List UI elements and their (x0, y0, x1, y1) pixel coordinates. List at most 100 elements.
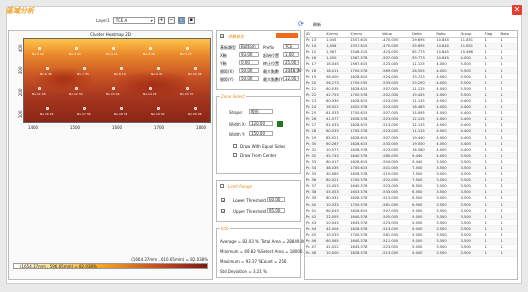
prefix-input[interactable]: TCE (283, 44, 299, 49)
upper-threshold-input[interactable]: 95.00 (267, 208, 285, 213)
colorbar-readout: (1654.37mm , 596.65mm) = 82.038% (20, 264, 97, 269)
colorbar: (1654.37mm , 596.65mm) = 82.038% (13, 263, 208, 269)
x-tick: 1400 (27, 125, 39, 130)
zone-marker[interactable] (194, 107, 197, 110)
zone-color-swatch[interactable] (277, 121, 283, 127)
params-title: 參數設定 (227, 34, 245, 40)
plot-title: Cluster Heatmap 2D (90, 32, 131, 37)
zone-marker[interactable] (38, 87, 41, 90)
table-cell: 3.500 (459, 250, 484, 257)
table-cell: 10.000 (325, 250, 350, 257)
lower-threshold-checkbox[interactable]: ✓ (221, 198, 225, 203)
zone-marker[interactable] (120, 67, 123, 70)
zone-marker-label: No.7 33 (77, 72, 89, 76)
zoom-out-icon[interactable]: − (167, 16, 175, 24)
field-label: 終止位置 (263, 61, 279, 66)
zone-marker[interactable] (75, 47, 78, 50)
zone-marker-label: No.13 44 (106, 92, 120, 96)
heatmap-panel: Cluster Heatmap 2D 400 300 200 100 No.1 … (8, 30, 213, 280)
zone-marker-label: No.6 45 (40, 72, 52, 76)
zone-marker-label: No.3 21 (106, 52, 118, 56)
table-cell: 1 (499, 250, 517, 257)
max-points-input[interactable]: 2048.00 (283, 68, 302, 73)
heatmap-canvas[interactable]: No.1 32 No.2 43 No.3 21 No.4 38 No.5 27 No.6 … (23, 38, 211, 123)
data-grid[interactable]: ID X(mm) Y(mm) Value Delta Ratio Group Flag Note… (304, 30, 518, 280)
refresh-button[interactable]: 刷新 (313, 22, 321, 28)
info-total-area: Total Area = 28849.00 (261, 239, 306, 244)
layer-select[interactable]: TCE A ▾ (112, 16, 155, 24)
zone-marker-label: No.16 22 (40, 112, 54, 116)
save-icon[interactable]: ▪ (187, 16, 195, 24)
field-label: 最大點數 (263, 69, 279, 74)
cursor-readout: (1664.37mm , 610.65mm) = 82.038% (131, 257, 208, 262)
x-tick: 1700 (153, 125, 165, 130)
zoom-fit-icon[interactable]: □ (177, 16, 185, 24)
zone-marker[interactable] (112, 47, 115, 50)
limit-range-section: Limit Range ✓ Lower Threshold 60.00 ✓ Up… (216, 180, 301, 222)
zoom-in-icon[interactable]: + (157, 16, 165, 24)
from-center-checkbox[interactable] (233, 153, 237, 157)
pitch-y-input[interactable]: 50.00 (239, 76, 259, 81)
zone-marker-label: No.20 26 (188, 112, 202, 116)
upper-threshold-checkbox[interactable]: ✓ (221, 209, 225, 214)
info-maximum: Maximum = 93.37 % (220, 259, 263, 264)
table-cell: Pr. 48 (305, 250, 326, 257)
zone-marker[interactable] (75, 87, 78, 90)
width-x-label: Width X: (229, 122, 246, 127)
x-axis-input[interactable]: 93.00 (239, 52, 259, 57)
lower-threshold-input[interactable]: 60.00 (267, 197, 285, 202)
settings-panel: ✓ 參數設定 基板類型 Bottom Prefix TCE X軸 93.00 起… (216, 30, 309, 280)
width-y-label: Width Y: (229, 132, 246, 137)
zone-select-title: Zone Select (220, 94, 246, 99)
info-minimum: Minimum = 69.82 % (220, 249, 261, 254)
chevron-down-icon: ▾ (150, 17, 153, 23)
zone-marker[interactable] (149, 87, 152, 90)
width-x-input[interactable]: 120.00 (249, 121, 273, 126)
field-label: 間距(X) (220, 69, 234, 74)
zone-marker[interactable] (46, 107, 49, 110)
limit-range-checkbox[interactable] (220, 184, 224, 188)
zone-marker[interactable] (38, 47, 41, 50)
field-label: Y軸 (220, 61, 227, 66)
width-y-input[interactable]: 150.00 (249, 131, 273, 136)
app-title: 區域分析 (6, 7, 34, 15)
zone-marker-label: No.18 31 (114, 112, 128, 116)
zone-marker[interactable] (186, 47, 189, 50)
zone-marker[interactable] (83, 107, 86, 110)
zone-marker[interactable] (194, 67, 197, 70)
refresh-icon[interactable]: ⟳ (298, 20, 304, 28)
info-std: Std Deviation = 3.21 % (220, 269, 267, 274)
start-input[interactable]: 1.00 (283, 52, 299, 57)
field-label: 間距(Y) (220, 77, 234, 82)
from-center-label: Draw From Center (240, 153, 277, 158)
zone-marker[interactable] (186, 87, 189, 90)
end-input[interactable]: 25.00 (283, 60, 299, 65)
substrate-type-select[interactable]: Bottom (239, 44, 259, 49)
zone-marker[interactable] (149, 47, 152, 50)
zone-marker[interactable] (157, 67, 160, 70)
zone-marker-label: No.4 38 (143, 52, 155, 56)
zone-marker[interactable] (112, 87, 115, 90)
toolbar: Layer1 TCE A ▾ + − □ ▪ (96, 15, 195, 25)
pitch-x-input[interactable]: 50.00 (239, 68, 259, 73)
zone-marker[interactable] (120, 107, 123, 110)
zone-marker[interactable] (46, 67, 49, 70)
equal-sides-checkbox[interactable] (233, 144, 237, 148)
zone-marker-label: No.1 32 (32, 52, 44, 56)
info-select-area: Select Area = 18000.00 (261, 249, 309, 254)
zone-marker-label: No.12 30 (69, 92, 83, 96)
field-label: 起始位置 (263, 53, 279, 58)
table-cell: 1 (483, 250, 500, 257)
zone-marker[interactable] (83, 67, 86, 70)
zone-marker-label: No.2 43 (69, 52, 81, 56)
max-points-y-input[interactable]: 12.00 (283, 76, 299, 81)
zone-marker-label: No.19 42 (151, 112, 165, 116)
shape-select[interactable]: 矩形 (249, 109, 273, 114)
x-tick: 1600 (111, 125, 123, 130)
close-button[interactable]: ✕ (512, 5, 522, 15)
zone-marker[interactable] (157, 107, 160, 110)
params-checkbox[interactable]: ✓ (220, 34, 224, 39)
table-cell: -513.005 (381, 250, 412, 257)
y-axis-input[interactable]: 0.00 (239, 60, 259, 65)
table-row[interactable]: Pr. 48 10.000 1628.578 -513.005 5.000 3.500 3.… (305, 250, 517, 257)
